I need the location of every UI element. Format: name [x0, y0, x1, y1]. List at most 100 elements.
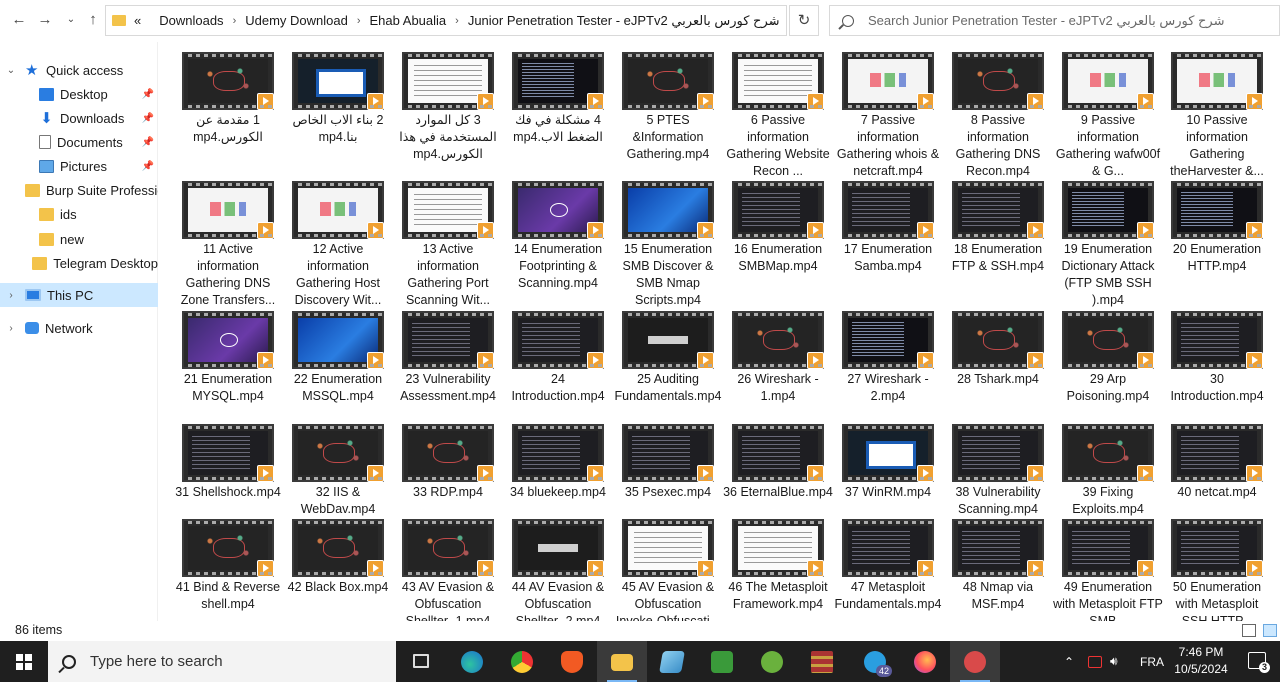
sidebar-item-pictures[interactable]: Pictures 📌: [0, 154, 158, 178]
search-box[interactable]: Search Junior Penetration Tester - eJPTv…: [829, 5, 1280, 36]
search-placeholder[interactable]: Search Junior Penetration Tester - eJPTv…: [868, 13, 1225, 29]
file-item[interactable]: 1 مقدمة عن الكورس.mp4: [179, 47, 289, 177]
file-item[interactable]: 21 Enumeration MYSQL.mp4: [179, 306, 289, 436]
thumbnail-frame: [1068, 59, 1148, 103]
sidebar-item-documents[interactable]: Documents 📌: [0, 130, 158, 154]
file-item[interactable]: 6 Passive information Gathering Website …: [726, 47, 839, 178]
file-item[interactable]: 14 Enumeration Footprinting & Scanning.m…: [509, 176, 619, 306]
taskbar-search-box[interactable]: Type here to search: [48, 641, 396, 682]
file-item[interactable]: 43 AV Evasion & Obfuscation Shellter -1.…: [399, 514, 509, 621]
breadcrumb-overflow[interactable]: «: [134, 13, 141, 28]
up-button[interactable]: ↑: [82, 9, 104, 31]
breadcrumb-ehab-abualia[interactable]: Ehab Abualia: [370, 13, 447, 28]
file-item[interactable]: 45 AV Evasion & Obfuscation Invoke-Obfus…: [616, 514, 729, 621]
file-item[interactable]: 26 Wireshark - 1.mp4: [729, 306, 839, 436]
tray-icon[interactable]: [1088, 641, 1102, 682]
chevron-right-icon[interactable]: ›: [5, 290, 17, 301]
file-item[interactable]: 19 Enumeration Dictionary Attack (FTP SM…: [1059, 176, 1169, 307]
file-item[interactable]: 20 Enumeration HTTP.mp4: [1168, 176, 1278, 306]
file-item[interactable]: 22 Enumeration MSSQL.mp4: [289, 306, 399, 436]
file-item[interactable]: 3 كل الموارد المستخدمة في هذا الكورس.mp4: [399, 47, 509, 177]
file-item[interactable]: 2 بناء الاب الخاص بنا.mp4: [289, 47, 399, 177]
video-thumbnail: [952, 424, 1044, 482]
breadcrumb-udemy-download[interactable]: Udemy Download: [245, 13, 348, 28]
taskbar-file-explorer[interactable]: [597, 641, 647, 682]
file-item[interactable]: 29 Arp Poisoning.mp4: [1059, 306, 1169, 436]
file-item[interactable]: 17 Enumeration Samba.mp4: [839, 176, 949, 306]
video-thumbnail: [512, 52, 604, 110]
file-item[interactable]: 7 Passive information Gathering whois & …: [837, 47, 949, 178]
file-list-view[interactable]: 1 مقدمة عن الكورس.mp4 2 بناء الاب الخاص ب…: [159, 42, 1280, 621]
chevron-right-icon[interactable]: ›: [5, 323, 17, 334]
file-item[interactable]: 41 Bind & Reverse shell.mp4: [176, 514, 289, 621]
task-view-button[interactable]: [396, 641, 446, 682]
breadcrumb-current-folder[interactable]: Junior Penetration Tester - eJPTv2 شرح ك…: [468, 13, 780, 29]
sidebar-item-downloads[interactable]: ⬇ Downloads 📌: [0, 106, 158, 130]
video-thumbnail: [1062, 311, 1154, 369]
file-item[interactable]: 49 Enumeration with Metasploit FTP SMB..…: [1053, 514, 1169, 621]
file-item[interactable]: 9 Passive information Gathering wafw00f …: [1056, 47, 1169, 178]
file-item[interactable]: 46 The Metasploit Framework.mp4: [728, 514, 839, 621]
chevron-down-icon[interactable]: ⌄: [769, 14, 778, 27]
sidebar-quick-access[interactable]: ⌄ ★ Quick access: [0, 58, 158, 82]
taskbar-notepad[interactable]: [647, 641, 697, 682]
file-item[interactable]: 50 Enumeration with Metasploit SSH HTTP.…: [1168, 514, 1278, 621]
taskbar-spreadsheet[interactable]: [697, 641, 747, 682]
forward-button[interactable]: →: [34, 9, 56, 31]
file-item[interactable]: 16 Enumeration SMBMap.mp4: [729, 176, 839, 306]
file-item[interactable]: 47 Metasploit Fundamentals.mp4: [834, 514, 949, 621]
file-item[interactable]: 8 Passive information Gathering DNS Reco…: [949, 47, 1059, 178]
file-item[interactable]: 25 Auditing Fundamentals.mp4: [614, 306, 729, 436]
show-hidden-icons-button[interactable]: ⌃: [1064, 641, 1074, 682]
back-button[interactable]: ←: [8, 9, 30, 31]
file-item[interactable]: 5 PTES &Information Gathering.mp4: [619, 47, 729, 177]
file-item[interactable]: 23 Vulnerability Assessment.mp4: [399, 306, 509, 436]
file-item[interactable]: 30 Introduction.mp4: [1168, 306, 1278, 436]
taskbar-search-placeholder[interactable]: Type here to search: [90, 653, 223, 670]
taskbar-firefox[interactable]: [900, 641, 950, 682]
file-item[interactable]: 27 Wireshark - 2.mp4: [839, 306, 949, 436]
refresh-button[interactable]: ↻: [789, 5, 819, 36]
sidebar-item-label: Pictures: [60, 158, 107, 174]
sidebar-item-ids[interactable]: ids: [0, 202, 158, 226]
sidebar-item-network[interactable]: › Network: [0, 316, 158, 340]
breadcrumb-downloads[interactable]: Downloads: [159, 13, 223, 28]
file-item[interactable]: 12 Active information Gathering Host Dis…: [289, 176, 399, 307]
file-item[interactable]: 42 Black Box.mp4: [288, 514, 399, 621]
file-item[interactable]: 24 Introduction.mp4: [509, 306, 619, 436]
taskbar-utorrent[interactable]: [747, 641, 797, 682]
taskbar-brave[interactable]: [547, 641, 597, 682]
sidebar-item-label: Quick access: [46, 62, 124, 78]
taskbar-edge[interactable]: [447, 641, 497, 682]
taskbar-chrome[interactable]: [497, 641, 547, 682]
details-view-icon[interactable]: [1242, 624, 1256, 637]
utorrent-icon: [761, 651, 783, 673]
file-item[interactable]: 15 Enumeration SMB Discover & SMB Nmap S…: [619, 176, 729, 307]
recent-locations-chevron-icon[interactable]: ⌄: [60, 9, 82, 31]
file-item[interactable]: 11 Active information Gathering DNS Zone…: [179, 176, 289, 307]
file-item[interactable]: 4 مشكلة في فك الضغط الاب.mp4: [509, 47, 619, 177]
file-item[interactable]: 18 Enumeration FTP & SSH.mp4: [949, 176, 1059, 306]
volume-button[interactable]: 🔊︎: [1110, 641, 1118, 682]
language-indicator[interactable]: FRA: [1140, 641, 1164, 682]
sidebar-item-this-pc[interactable]: › This PC: [0, 283, 158, 307]
chevron-down-icon[interactable]: ⌄: [5, 65, 17, 76]
large-icons-view-icon[interactable]: [1263, 624, 1277, 637]
sidebar-item-desktop[interactable]: Desktop 📌: [0, 82, 158, 106]
start-button[interactable]: [0, 641, 48, 682]
sidebar-item-telegram-desktop[interactable]: Telegram Desktop: [0, 251, 158, 275]
file-item[interactable]: 10 Passive information Gathering theHarv…: [1168, 47, 1278, 178]
taskbar-winrar[interactable]: [797, 641, 847, 682]
sidebar-item-new[interactable]: new: [0, 227, 158, 251]
sidebar-item-burp-suite[interactable]: Burp Suite Professic: [0, 178, 158, 202]
pin-icon: 📌: [141, 112, 154, 124]
file-item[interactable]: 28 Tshark.mp4: [949, 306, 1059, 436]
file-item[interactable]: 13 Active information Gathering Port Sca…: [399, 176, 509, 307]
taskbar-downloader[interactable]: [950, 641, 1000, 682]
play-icon: [367, 352, 384, 369]
file-item[interactable]: 48 Nmap via MSF.mp4: [949, 514, 1059, 621]
file-item[interactable]: 44 AV Evasion & Obfuscation Shellter -2.…: [509, 514, 619, 621]
clock[interactable]: 7:46 PM 10/5/2024: [1172, 644, 1230, 678]
taskbar-telegram[interactable]: 42: [850, 641, 900, 682]
address-bar[interactable]: « Downloads › Udemy Download › Ehab Abua…: [105, 5, 787, 36]
